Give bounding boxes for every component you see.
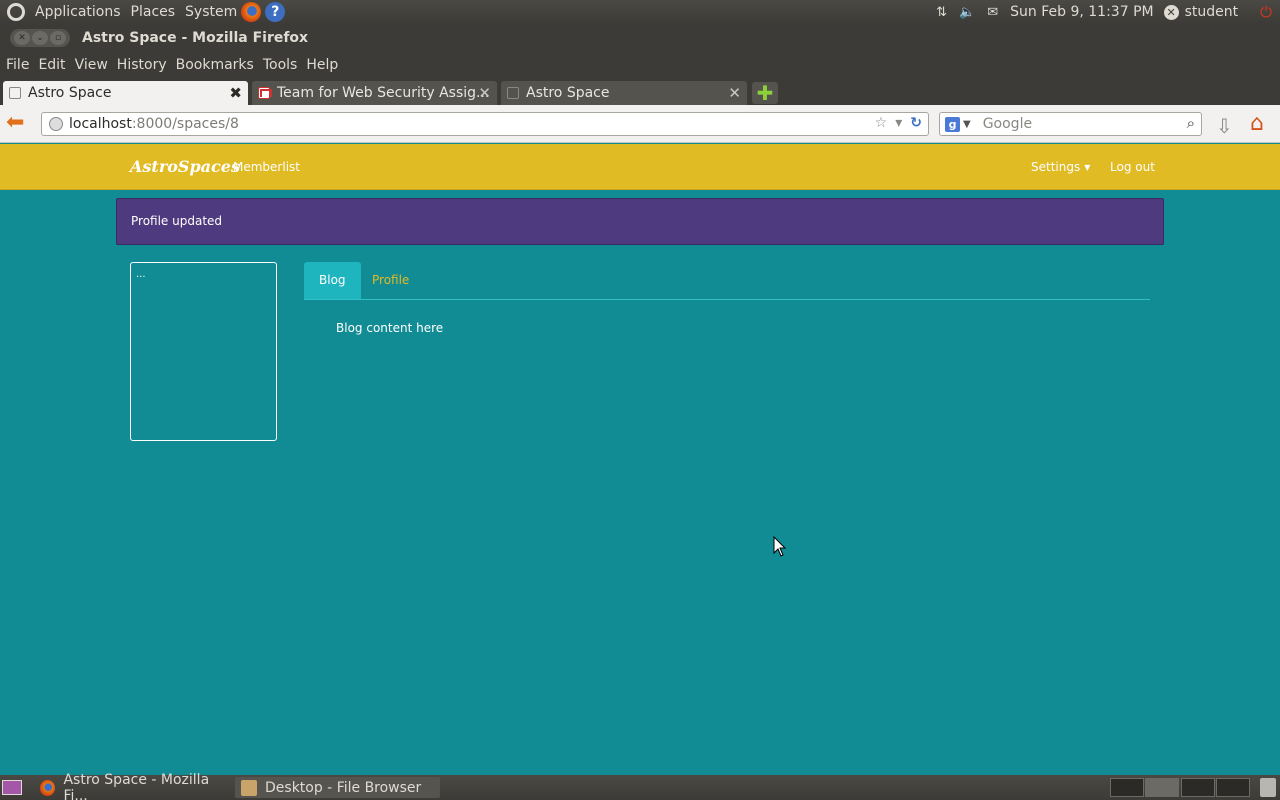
window-titlebar: ✕ ⌄ ▫ Astro Space - Mozilla Firefox — [0, 24, 1280, 52]
user-name: student — [1184, 4, 1239, 20]
avatar-box: ... — [130, 262, 277, 441]
blog-content: Blog content here — [336, 321, 444, 335]
workspace-4[interactable] — [1216, 778, 1250, 797]
tab-title: Astro Space — [28, 85, 112, 101]
show-desktop-icon[interactable] — [2, 780, 22, 795]
help-launcher-icon[interactable]: ? — [265, 2, 286, 22]
menu-bookmarks[interactable]: Bookmarks — [176, 57, 254, 73]
avatar-placeholder-text: ... — [136, 269, 146, 280]
logout-link[interactable]: Log out — [1110, 160, 1155, 174]
gmail-favicon-icon — [258, 87, 272, 99]
browser-tab-astro-space-2[interactable]: Astro Space ✕ — [501, 81, 747, 105]
site-identity-icon[interactable] — [49, 117, 63, 131]
menu-edit[interactable]: Edit — [38, 57, 65, 73]
profile-tabs: Blog Profile — [304, 262, 1150, 300]
system-menu[interactable]: System — [185, 4, 237, 20]
site-navbar: AstroSpaces Memberlist Settings ▼ Log out — [0, 144, 1280, 190]
workspace-3[interactable] — [1181, 778, 1215, 797]
back-arrow-icon[interactable]: ⬅ — [6, 112, 30, 135]
home-icon[interactable]: ⌂ — [1250, 111, 1264, 136]
url-dropdown-icon[interactable]: ▾ — [895, 115, 902, 131]
reload-icon[interactable]: ↻ — [910, 115, 922, 131]
tab-title: Team for Web Security Assig... — [277, 85, 490, 101]
tab-blog[interactable]: Blog — [304, 262, 361, 299]
close-tab-icon[interactable]: ✕ — [728, 84, 741, 102]
menu-history[interactable]: History — [117, 57, 167, 73]
search-bar[interactable]: g ▼ Google ⌕ — [939, 112, 1202, 136]
window-title: Astro Space - Mozilla Firefox — [82, 30, 309, 46]
power-icon[interactable]: ⏻ — [1260, 3, 1272, 21]
clock[interactable]: Sun Feb 9, 11:37 PM — [1010, 4, 1153, 20]
network-icon[interactable]: ⇅ — [936, 5, 947, 20]
maximize-window-icon[interactable]: ▫ — [50, 31, 66, 45]
google-engine-icon[interactable]: g — [945, 116, 960, 132]
user-menu[interactable]: ✕ student — [1163, 4, 1239, 20]
search-placeholder: Google — [982, 116, 1033, 132]
firefox-icon — [40, 779, 56, 796]
url-bar[interactable]: localhost:8000/spaces/8 ☆ ▾ ↻ — [41, 112, 929, 136]
workspace-2[interactable] — [1145, 778, 1179, 797]
caret-down-icon: ▼ — [1084, 163, 1091, 172]
tab-profile[interactable]: Profile — [357, 262, 424, 299]
page-favicon-icon — [9, 87, 21, 99]
mouse-cursor-icon — [773, 536, 787, 557]
window-controls: ✕ ⌄ ▫ — [10, 29, 70, 47]
firefox-launcher-icon[interactable] — [241, 2, 262, 22]
settings-dropdown[interactable]: Settings ▼ — [1031, 160, 1090, 174]
memberlist-link[interactable]: Memberlist — [233, 160, 300, 174]
trash-icon[interactable] — [1260, 778, 1276, 797]
search-icon[interactable]: ⌕ — [1187, 114, 1195, 132]
ubuntu-logo-icon[interactable] — [7, 3, 25, 21]
tab-title: Astro Space — [526, 85, 610, 101]
taskbar-file-browser[interactable]: Desktop - File Browser — [235, 777, 440, 798]
url-path: :8000/spaces/8 — [131, 116, 239, 132]
close-tab-icon[interactable]: ✖ — [229, 84, 242, 102]
bookmark-star-icon[interactable]: ☆ — [875, 115, 888, 131]
navigation-toolbar: ⬅ localhost:8000/spaces/8 ☆ ▾ ↻ g ▼ Goog… — [0, 105, 1280, 143]
menu-view[interactable]: View — [75, 57, 108, 73]
settings-label: Settings — [1031, 160, 1081, 174]
bottom-panel: Astro Space - Mozilla Fi... Desktop - Fi… — [0, 772, 1280, 800]
volume-icon[interactable]: 🔈 — [959, 5, 975, 20]
menu-file[interactable]: File — [6, 57, 29, 73]
downloads-arrow-icon[interactable]: ⇩ — [1216, 114, 1233, 138]
taskbar-firefox[interactable]: Astro Space - Mozilla Fi... — [34, 772, 232, 800]
new-tab-plus-icon[interactable]: ✚ — [752, 82, 778, 104]
browser-tab-astro-space[interactable]: Astro Space ✖ — [3, 81, 248, 105]
menu-tools[interactable]: Tools — [263, 57, 298, 73]
web-page: AstroSpaces Memberlist Settings ▼ Log out… — [0, 143, 1280, 775]
applications-menu[interactable]: Applications — [35, 4, 121, 20]
user-status-icon: ✕ — [1163, 4, 1179, 20]
profile-updated-alert: Profile updated — [116, 198, 1164, 245]
system-tray: ⇅ 🔈 ✉ Sun Feb 9, 11:37 PM ✕ student ⏻ — [936, 0, 1280, 24]
menu-help[interactable]: Help — [306, 57, 338, 73]
firefox-menubar: File Edit View History Bookmarks Tools H… — [0, 52, 1280, 78]
site-brand[interactable]: AstroSpaces — [130, 157, 240, 176]
workspace-1[interactable] — [1110, 778, 1144, 797]
mail-icon[interactable]: ✉ — [987, 5, 998, 20]
places-menu[interactable]: Places — [131, 4, 176, 20]
close-tab-icon[interactable]: ✕ — [478, 84, 491, 102]
browser-tab-team[interactable]: Team for Web Security Assig... ✕ — [252, 81, 497, 105]
task-label: Astro Space - Mozilla Fi... — [63, 771, 210, 800]
top-panel: Applications Places System ? ⇅ 🔈 ✉ Sun F… — [0, 0, 1280, 24]
task-label: Desktop - File Browser — [265, 779, 422, 796]
url-host: localhost — [69, 116, 132, 132]
close-window-icon[interactable]: ✕ — [14, 31, 30, 45]
page-favicon-icon — [507, 87, 519, 99]
file-browser-icon — [241, 779, 257, 796]
tab-strip: Astro Space ✖ Team for Web Security Assi… — [0, 78, 1280, 105]
minimize-window-icon[interactable]: ⌄ — [32, 31, 48, 45]
engine-dropdown-icon[interactable]: ▼ — [963, 119, 971, 130]
